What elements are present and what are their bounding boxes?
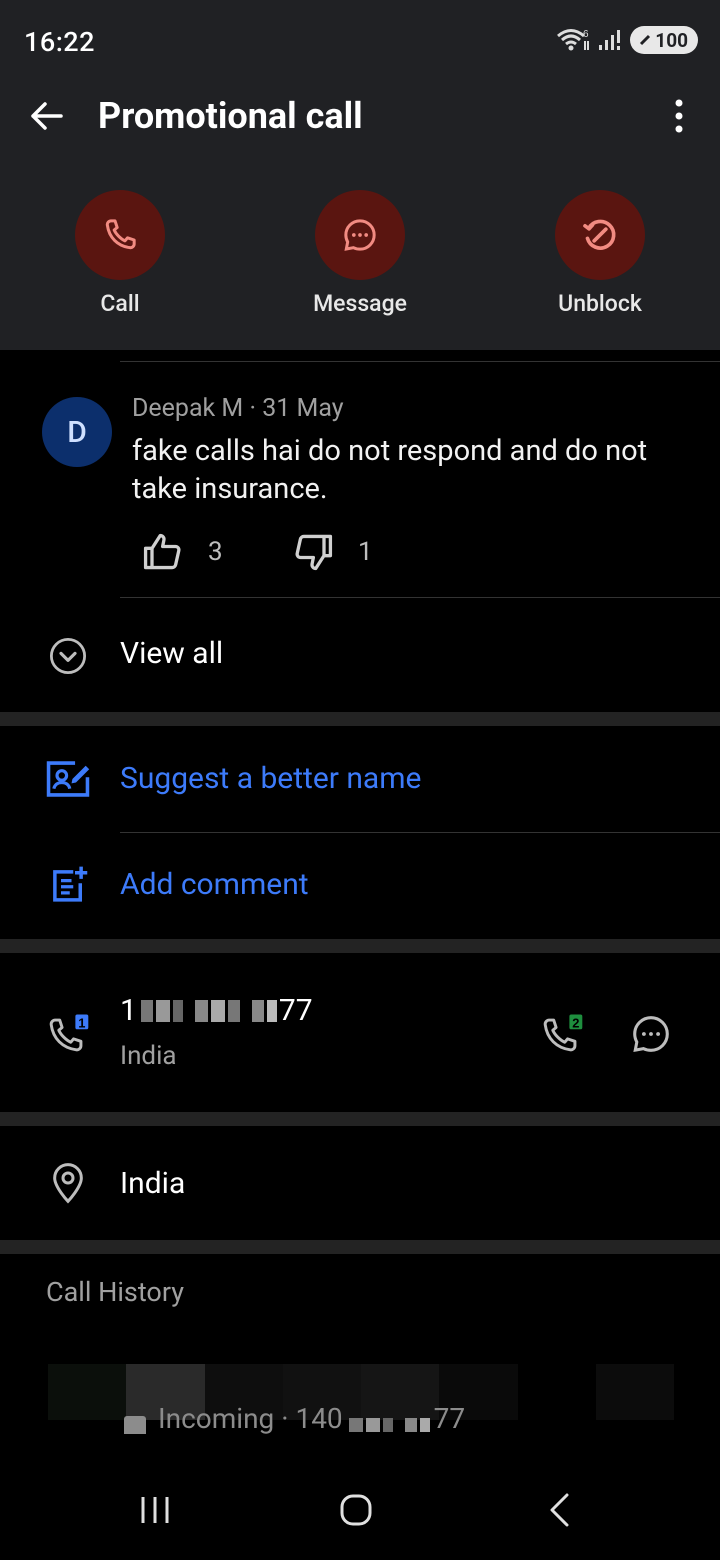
view-all-row[interactable]: View all	[0, 610, 720, 706]
phone-number-prefix: 1	[120, 993, 137, 1028]
add-note-icon	[44, 861, 92, 909]
thumbs-down-icon	[295, 534, 333, 571]
location-label: India	[120, 1166, 186, 1201]
suggest-name-row[interactable]: Suggest a better name	[0, 727, 720, 832]
chevron-left-icon	[550, 1493, 569, 1527]
chat-bubble-icon	[633, 1016, 669, 1053]
phone-sim1-icon: 1	[44, 1009, 92, 1057]
call-action-label: Call	[100, 290, 140, 317]
unblock-icon	[583, 219, 616, 250]
location-row: India	[0, 1126, 720, 1240]
suggest-name-label: Suggest a better name	[120, 761, 422, 796]
network-label: 6	[583, 29, 589, 40]
status-bar: 16:22 6 100	[0, 0, 720, 84]
phone-number: 1 77	[120, 993, 313, 1028]
section-divider	[0, 1240, 720, 1254]
phone-sim2-icon: 2	[543, 1014, 583, 1052]
call-history-title: Call History	[46, 1276, 184, 1308]
call-history-entry-suffix: 77	[433, 1404, 466, 1434]
message-action-circle[interactable]	[315, 190, 405, 280]
recent-apps-button[interactable]	[130, 1490, 180, 1530]
section-divider	[0, 712, 720, 726]
dislike-count: 1	[358, 537, 373, 567]
view-all-label: View all	[120, 636, 224, 671]
unblock-action-label: Unblock	[558, 290, 642, 317]
redacted-digits	[140, 999, 277, 1022]
home-button[interactable]	[331, 1490, 381, 1530]
chevron-circle-icon	[44, 632, 92, 680]
add-comment-label: Add comment	[120, 867, 309, 902]
sim-badge-icon	[124, 1416, 146, 1434]
contact-header: Promotional call Call Message Unblock	[0, 84, 720, 350]
home-icon	[340, 1494, 372, 1526]
phone-number-suffix: 77	[278, 993, 313, 1028]
phone-icon	[105, 219, 136, 250]
message-action-label: Message	[313, 290, 407, 317]
sim2-badge: 2	[572, 1015, 579, 1030]
sim1-badge: 1	[78, 1015, 85, 1030]
system-nav-bar	[0, 1460, 720, 1560]
add-comment-row[interactable]: Add comment	[0, 833, 720, 938]
avatar: D	[42, 397, 112, 467]
recents-icon	[141, 1497, 169, 1523]
call-history-item[interactable]: Incoming · 140 77	[124, 1404, 465, 1434]
location-pin-icon	[44, 1159, 92, 1207]
status-icons: 6 100	[556, 26, 698, 54]
redacted-digits	[348, 1418, 430, 1432]
chat-bubble-icon	[344, 219, 376, 251]
phone-country: India	[120, 1041, 177, 1071]
dislike-button[interactable]: 1	[290, 530, 373, 574]
call-action-circle[interactable]	[75, 190, 165, 280]
page-title: Promotional call	[98, 95, 363, 137]
wifi-icon: 6	[557, 29, 590, 51]
like-count: 3	[208, 537, 223, 567]
section-divider	[0, 1112, 720, 1126]
back-button[interactable]	[24, 94, 68, 138]
battery-indicator: 100	[630, 26, 698, 54]
divider	[120, 361, 720, 362]
number-row[interactable]: 1 1 77 India 2	[0, 953, 720, 1111]
call-sim2-button[interactable]: 2	[538, 1009, 588, 1059]
call-history-entry-prefix: Incoming · 140	[158, 1404, 343, 1434]
call-action-button[interactable]: Call	[40, 190, 200, 317]
more-options-button[interactable]	[664, 94, 694, 138]
signal-icon	[599, 30, 621, 50]
divider	[120, 597, 720, 598]
like-button[interactable]: 3	[140, 530, 223, 574]
status-time: 16:22	[24, 26, 96, 58]
more-vert-icon	[675, 99, 683, 133]
edit-contact-icon	[44, 755, 92, 803]
comment-author-date: Deepak M · 31 May	[132, 394, 344, 423]
section-divider	[0, 939, 720, 953]
comment-text: fake calls hai do not respond and do not…	[132, 434, 648, 506]
thumbs-up-icon	[143, 533, 181, 570]
unblock-action-circle[interactable]	[555, 190, 645, 280]
arrow-left-icon	[31, 102, 63, 130]
charging-icon	[640, 34, 651, 46]
nav-back-button[interactable]	[534, 1490, 584, 1530]
battery-level: 100	[655, 28, 688, 52]
message-action-button[interactable]: Message	[280, 190, 440, 317]
unblock-action-button[interactable]: Unblock	[520, 190, 680, 317]
message-number-button[interactable]	[628, 1011, 676, 1059]
